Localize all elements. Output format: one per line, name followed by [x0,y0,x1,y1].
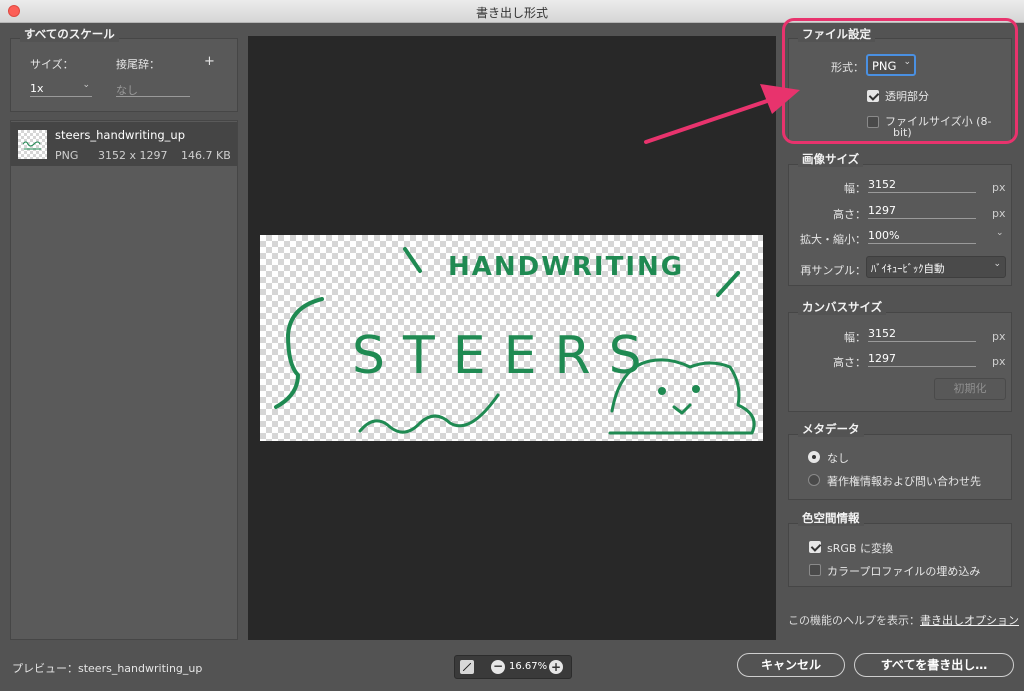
metadata-copyright-label: 著作権情報および問い合わせ先 [827,475,981,488]
reset-button[interactable]: 初期化 [934,378,1006,400]
canvas-height-label: 高さ： [833,356,866,369]
chevron-down-icon: ⌄ [82,80,90,90]
help-text: この機能のヘルプを表示：書き出しオプション [788,614,1020,628]
artwork-wave [358,393,500,434]
image-height-label: 高さ： [833,208,866,221]
asset-list [10,120,238,640]
color-space-group-label: 色空間情報 [798,510,864,526]
asset-list-item[interactable]: steers_handwriting_up PNG 3152 x 1297 14… [11,122,237,166]
artwork-slash-right [716,271,740,297]
chevron-down-icon: ⌄ [993,259,1001,269]
asset-filesize: 146.7 KB [181,149,231,162]
scale-input[interactable]: 100% [868,229,976,244]
metadata-none-radio[interactable] [808,451,820,463]
preview-image: HANDWRITING STEERS [260,235,763,441]
zoom-in-icon[interactable]: + [549,660,563,674]
suffix-placeholder: なし [116,84,138,97]
suffix-label: 接尾辞： [116,58,160,71]
metadata-copyright-radio[interactable] [808,474,820,486]
export-all-button[interactable]: すべてを書き出し… [854,653,1014,677]
preview-label: プレビュー：steers_handwriting_up [12,662,203,675]
artwork-bear-nose [672,403,692,415]
zoom-controls: − 16.67% + [454,655,572,679]
help-link[interactable]: 書き出しオプション [920,614,1019,627]
canvas-width-input[interactable]: 3152 [868,327,976,342]
artwork-bear-eye-right [692,385,700,393]
image-width-input[interactable]: 3152 [868,178,976,193]
fit-screen-icon[interactable] [460,660,474,674]
cancel-button[interactable]: キャンセル [737,653,845,677]
metadata-panel [788,434,1012,500]
resample-value: ﾊﾞｲｷｭｰﾋﾞｯｸ自動 [871,263,945,275]
scale-label: 拡大・縮小： [800,233,866,246]
artwork-bear-eye-left [658,387,666,395]
add-scale-button[interactable]: + [204,54,215,69]
annotation-highlight-box [782,18,1018,144]
embed-profile-label: カラープロファイルの埋め込み [827,565,981,578]
suffix-input[interactable]: なし [116,82,190,97]
artwork-slash-left [403,247,422,273]
size-select[interactable]: 1x ⌄ [30,80,92,97]
asset-thumbnail [18,130,47,159]
asset-dimensions: 3152 x 1297 [98,149,168,162]
scales-panel [10,38,238,112]
canvas-height-unit: px [992,355,1006,368]
metadata-group-label: メタデータ [798,421,864,437]
zoom-value: 16.67% [509,661,548,672]
canvas-width-unit: px [992,330,1006,343]
image-width-unit: px [992,181,1006,194]
canvas-size-group-label: カンバスサイズ [798,299,887,315]
image-height-input[interactable]: 1297 [868,204,976,219]
embed-profile-checkbox[interactable] [809,564,821,576]
size-label: サイズ： [30,58,74,71]
image-width-label: 幅： [844,182,866,195]
resample-label: 再サンプル： [800,264,866,277]
resample-select[interactable]: ﾊﾞｲｷｭｰﾋﾞｯｸ自動 ⌄ [866,256,1006,278]
asset-format: PNG [55,149,79,162]
artwork-handwriting-text: HANDWRITING [448,252,684,282]
help-prefix: この機能のヘルプを表示： [788,614,920,627]
artwork-steers-text: STEERS [352,326,660,386]
image-height-unit: px [992,207,1006,220]
asset-name: steers_handwriting_up [55,128,186,142]
image-size-group-label: 画像サイズ [798,151,864,167]
size-value: 1x [30,82,44,95]
metadata-none-label: なし [827,452,849,465]
canvas-height-input[interactable]: 1297 [868,352,976,367]
srgb-checkbox[interactable] [809,541,821,553]
zoom-out-icon[interactable]: − [491,660,505,674]
canvas-width-label: 幅： [844,331,866,344]
artwork-s-curve [274,297,324,409]
srgb-label: sRGB に変換 [827,542,893,555]
scales-group-label: すべてのスケール [20,26,119,42]
thumbnail-handwriting-icon [22,141,41,150]
handwriting-artwork: HANDWRITING STEERS [274,247,756,435]
scale-chevron-down-icon[interactable]: ⌄ [996,228,1004,238]
